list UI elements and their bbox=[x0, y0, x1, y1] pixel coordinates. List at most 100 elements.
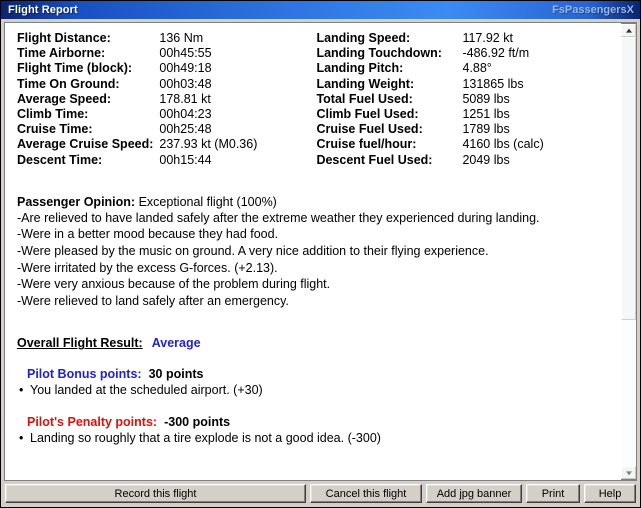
opinion-line: -Were pleased by the music on ground. A … bbox=[17, 244, 489, 259]
stat-label: Cruise Fuel Used: bbox=[316, 122, 423, 137]
opinion-line: -Are relieved to have landed safely afte… bbox=[17, 210, 540, 225]
stat-row: Cruise Time: 00h25:48 bbox=[17, 122, 316, 137]
stat-row: Average Speed: 178.81 kt bbox=[17, 92, 316, 107]
stat-value: -486.92 ft/m bbox=[462, 46, 530, 61]
stat-row: Climb Time: 00h04:23 bbox=[17, 107, 316, 122]
stat-row: Landing Touchdown: -486.92 ft/m bbox=[316, 46, 611, 61]
overall-result-section: Overall Flight Result: Average Pilot Bonu… bbox=[17, 335, 611, 446]
stat-row: Average Cruise Speed: 237.93 kt (M0.36) bbox=[17, 137, 316, 152]
stat-label: Landing Pitch: bbox=[316, 61, 404, 76]
passenger-opinion-section: Passenger Opinion: Exceptional flight (1… bbox=[17, 194, 611, 310]
overall-result-header: Overall Flight Result: Average bbox=[17, 335, 611, 351]
penalty-points-item: • Landing so roughly that a tire explode … bbox=[17, 430, 611, 447]
bullet-icon: • bbox=[19, 383, 24, 398]
bonus-points-value: 30 points bbox=[148, 367, 204, 382]
stat-row: Time Airborne: 00h45:55 bbox=[17, 46, 316, 61]
flight-stats-left-column: Flight Distance: 136 Nm Time Airborne: 0… bbox=[17, 31, 316, 168]
opinion-line: -Were in a better mood because they had … bbox=[17, 227, 279, 242]
stat-value: 1251 lbs bbox=[462, 107, 510, 122]
stat-value: 237.93 kt (M0.36) bbox=[159, 137, 258, 152]
stat-value: 00h25:48 bbox=[159, 122, 212, 137]
stat-label: Landing Touchdown: bbox=[316, 46, 442, 61]
help-button[interactable]: Help bbox=[584, 484, 636, 503]
stat-label: Average Speed: bbox=[17, 91, 112, 106]
report-content: Flight Distance: 136 Nm Time Airborne: 0… bbox=[5, 23, 621, 480]
passenger-opinion-summary: Exceptional flight (100%) bbox=[138, 194, 277, 209]
stat-row: Descent Time: 00h15:44 bbox=[17, 153, 316, 168]
bonus-points-header: Pilot Bonus points: 30 points bbox=[17, 366, 611, 382]
stat-value: 00h04:23 bbox=[159, 107, 212, 122]
stat-value: 1789 lbs bbox=[462, 122, 510, 137]
stat-label: Landing Weight: bbox=[316, 76, 415, 91]
stat-value: 136 Nm bbox=[159, 31, 204, 45]
penalty-points-label: Pilot's Penalty points: bbox=[27, 414, 158, 429]
stat-row: Landing Weight: 131865 lbs bbox=[316, 77, 611, 92]
stat-row: Climb Fuel Used: 1251 lbs bbox=[316, 107, 611, 122]
scrollbar-thumb[interactable] bbox=[621, 37, 636, 321]
bonus-points-group: Pilot Bonus points: 30 points • You landed… bbox=[17, 366, 611, 399]
stat-value: 4160 lbs (calc) bbox=[462, 137, 544, 152]
stat-label: Flight Time (block): bbox=[17, 61, 133, 76]
stat-value: 5089 lbs bbox=[462, 91, 510, 106]
stat-row: Landing Pitch: 4.88° bbox=[316, 61, 611, 76]
stat-value: 4.88° bbox=[462, 61, 492, 76]
overall-result-label: Overall Flight Result: bbox=[17, 336, 143, 351]
stat-value: 178.81 kt bbox=[159, 91, 211, 106]
stat-label: Climb Fuel Used: bbox=[316, 107, 419, 122]
scroll-down-button[interactable] bbox=[621, 466, 636, 479]
cancel-flight-button[interactable]: Cancel this flight bbox=[310, 484, 422, 503]
app-name-label: FsPassengersX bbox=[552, 4, 634, 16]
stat-label: Total Fuel Used: bbox=[316, 91, 413, 106]
stat-label: Cruise fuel/hour: bbox=[316, 137, 417, 152]
stat-value: 00h15:44 bbox=[159, 152, 212, 167]
chevron-down-icon bbox=[625, 470, 632, 475]
stat-value: 117.92 kt bbox=[462, 31, 513, 45]
bonus-points-item-text: You landed at the scheduled airport. (+3… bbox=[30, 383, 263, 398]
opinion-line: -Were irritated by the excess G-forces. … bbox=[17, 260, 278, 275]
chevron-up-icon bbox=[625, 28, 632, 33]
report-scrollbar[interactable] bbox=[621, 23, 637, 480]
stat-row: Time On Ground: 00h03:48 bbox=[17, 77, 316, 92]
stat-label: Cruise Time: bbox=[17, 122, 93, 137]
stat-label: Climb Time: bbox=[17, 107, 89, 122]
stat-label: Landing Speed: bbox=[316, 31, 411, 45]
overall-result-value: Average bbox=[151, 336, 201, 351]
penalty-points-header: Pilot's Penalty points: -300 points bbox=[17, 414, 611, 430]
bonus-points-label: Pilot Bonus points: bbox=[27, 367, 142, 382]
stat-label: Average Cruise Speed: bbox=[17, 137, 154, 152]
stat-row: Descent Fuel Used: 2049 lbs bbox=[316, 153, 611, 168]
scrollbar-track[interactable] bbox=[621, 37, 636, 466]
add-jpg-banner-button[interactable]: Add jpg banner bbox=[426, 484, 522, 503]
window-title: Flight Report bbox=[8, 4, 78, 16]
opinion-line: -Were relieved to land safely after an e… bbox=[17, 293, 289, 308]
record-flight-button[interactable]: Record this flight bbox=[5, 484, 306, 503]
stat-label: Time On Ground: bbox=[17, 76, 120, 91]
passenger-opinion-label: Passenger Opinion: bbox=[17, 194, 136, 209]
stat-label: Descent Fuel Used: bbox=[316, 152, 433, 167]
window-body: Flight Distance: 136 Nm Time Airborne: 0… bbox=[1, 19, 640, 481]
opinion-line: -Were very anxious because of the proble… bbox=[17, 277, 331, 292]
penalty-points-item-text: Landing so roughly that a tire explode i… bbox=[30, 430, 381, 445]
stat-row: Flight Distance: 136 Nm bbox=[17, 31, 316, 46]
flight-stats-right-column: Landing Speed: 117.92 kt Landing Touchdo… bbox=[316, 31, 611, 168]
stat-value: 00h45:55 bbox=[159, 46, 212, 61]
button-bar: Record this flight Cancel this flight Ad… bbox=[1, 481, 640, 507]
title-bar: Flight Report FsPassengersX bbox=[1, 1, 640, 19]
stat-value: 2049 lbs bbox=[462, 152, 510, 167]
stat-row: Cruise fuel/hour: 4160 lbs (calc) bbox=[316, 137, 611, 152]
print-button[interactable]: Print bbox=[526, 484, 580, 503]
flight-report-window: Flight Report FsPassengersX Flight Dista… bbox=[0, 0, 641, 508]
stat-label: Descent Time: bbox=[17, 152, 103, 167]
stat-value: 00h49:18 bbox=[159, 61, 212, 76]
stat-value: 131865 lbs bbox=[462, 76, 524, 91]
stat-row: Total Fuel Used: 5089 lbs bbox=[316, 92, 611, 107]
stat-row: Cruise Fuel Used: 1789 lbs bbox=[316, 122, 611, 137]
bonus-points-item: • You landed at the scheduled airport. (+… bbox=[17, 382, 611, 399]
stat-label: Time Airborne: bbox=[17, 46, 106, 61]
bullet-icon: • bbox=[19, 430, 24, 445]
scroll-up-button[interactable] bbox=[621, 24, 636, 37]
stat-value: 00h03:48 bbox=[159, 76, 212, 91]
penalty-points-group: Pilot's Penalty points: -300 points • Land… bbox=[17, 414, 611, 447]
stat-row: Landing Speed: 117.92 kt bbox=[316, 31, 611, 46]
passenger-opinion-header: Passenger Opinion: Exceptional flight (1… bbox=[17, 194, 611, 210]
